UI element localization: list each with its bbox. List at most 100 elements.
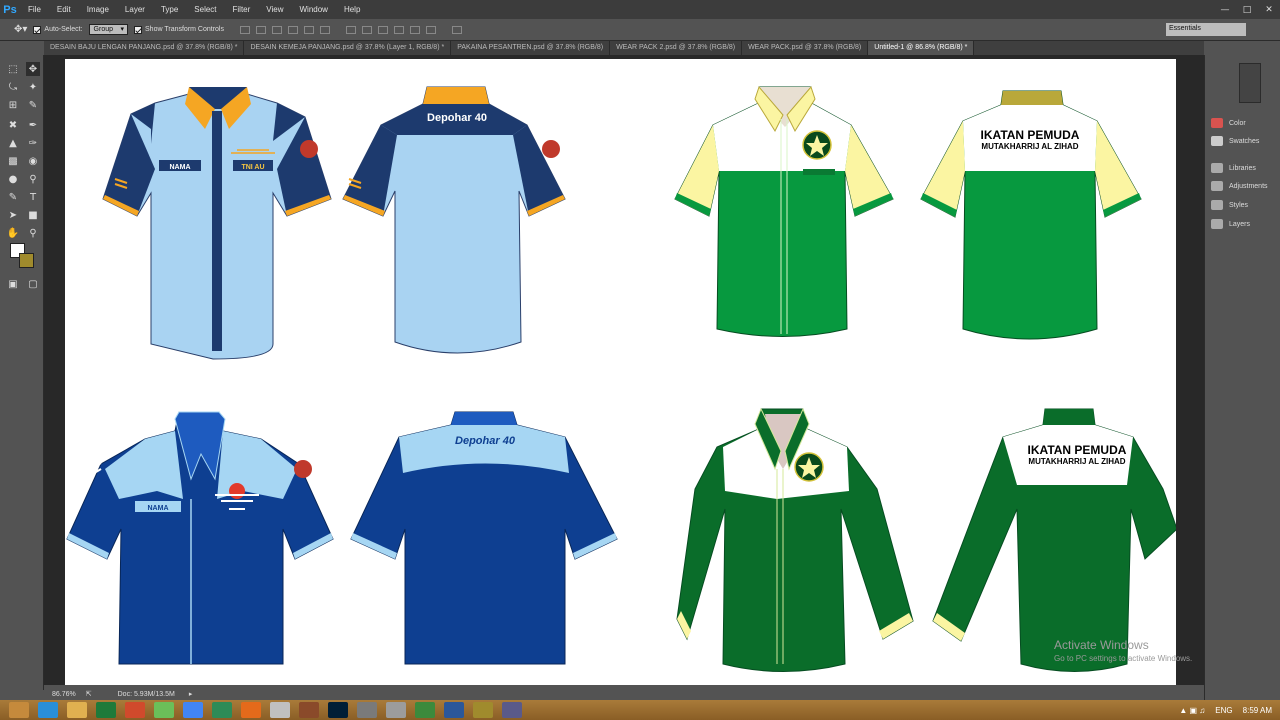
crop-tool-icon[interactable]: ⊞ (6, 98, 20, 112)
eraser-tool-icon[interactable]: ▩ (6, 154, 20, 168)
start-icon[interactable] (9, 702, 29, 718)
ie-icon[interactable] (38, 702, 58, 718)
distribute-top-icon[interactable] (346, 25, 356, 34)
align-center-icon[interactable] (304, 25, 314, 34)
align-bottom-icon[interactable] (272, 25, 282, 34)
marquee-tool-icon[interactable]: ⬚ (6, 62, 20, 76)
excel-icon[interactable] (96, 702, 116, 718)
chrome-icon[interactable] (183, 702, 203, 718)
word-icon[interactable] (444, 702, 464, 718)
tray-icons[interactable]: ▲ ▣ ♫ (1179, 706, 1205, 715)
menu-type[interactable]: Type (153, 5, 186, 14)
transform-controls-label: Show Transform Controls (145, 26, 224, 33)
tab-document-4[interactable]: WEAR PACK 2.psd @ 37.8% (RGB/8) (610, 41, 743, 55)
document-canvas[interactable]: NAMA TNI AU Depohar 40 IKATAN PEMUDA MUT… (65, 59, 1178, 685)
status-arrow-icon[interactable]: ▸ (189, 690, 193, 698)
healing-brush-icon[interactable]: ✖ (6, 118, 20, 132)
menu-help[interactable]: Help (336, 5, 368, 14)
folder-icon[interactable] (67, 702, 87, 718)
zoom-level[interactable]: 86.76% (52, 691, 76, 698)
align-middle-icon[interactable] (256, 25, 266, 34)
character-panel-strip[interactable] (1239, 63, 1261, 103)
shirt-4-back-line-1: IKATAN PEMUDA (981, 128, 1080, 142)
clock[interactable]: 8:59 AM (1243, 706, 1272, 715)
language-indicator[interactable]: ENG (1215, 706, 1232, 715)
dodge-tool-icon[interactable]: ⚲ (26, 172, 40, 186)
screen-mode-icon[interactable]: ▢ (26, 277, 40, 291)
menu-select[interactable]: Select (186, 5, 224, 14)
auto-select-option[interactable]: Auto-Select: (33, 25, 83, 34)
auto-select-checkbox[interactable] (33, 25, 42, 34)
app-icon-8[interactable] (415, 702, 435, 718)
panel-styles[interactable]: Styles (1211, 200, 1248, 210)
maximize-icon[interactable]: □ (1236, 0, 1258, 19)
app-icon-4[interactable] (270, 702, 290, 718)
tab-document-6[interactable]: Untitled-1 @ 86.8% (RGB/8) * (868, 41, 975, 55)
menu-edit[interactable]: Edit (49, 5, 79, 14)
distribute-left-icon[interactable] (394, 25, 404, 34)
background-color-swatch[interactable] (19, 253, 34, 268)
align-top-icon[interactable] (240, 25, 250, 34)
distribute-bottom-icon[interactable] (378, 25, 388, 34)
menu-view[interactable]: View (258, 5, 291, 14)
tab-document-2[interactable]: DESAIN KEMEJA PANJANG.psd @ 37.8% (Layer… (244, 41, 452, 55)
align-right-icon[interactable] (320, 25, 330, 34)
minimize-icon[interactable]: — (1214, 0, 1236, 19)
type-tool-icon[interactable]: T (26, 190, 40, 204)
menu-image[interactable]: Image (79, 5, 117, 14)
shirt-2-back-text: Depohar 40 (427, 112, 487, 124)
app-icon-5[interactable] (299, 702, 319, 718)
app-icon-9[interactable] (473, 702, 493, 718)
path-selection-icon[interactable]: ➤ (6, 208, 20, 222)
menu-filter[interactable]: Filter (225, 5, 259, 14)
shirt-4-back-line-2: MUTAKHARRIJ AL ZIHAD (981, 142, 1078, 151)
tab-document-5[interactable]: WEAR PACK.psd @ 37.8% (RGB/8) (742, 41, 869, 55)
panel-swatches[interactable]: Swatches (1211, 136, 1259, 146)
app-icon-10[interactable] (502, 702, 522, 718)
lasso-tool-icon[interactable]: ⤿ (6, 80, 20, 94)
blur-tool-icon[interactable]: ● (6, 172, 20, 186)
workspace-dropdown[interactable]: Essentials (1166, 23, 1246, 36)
app-icon-7[interactable] (386, 702, 406, 718)
distribute-middle-icon[interactable] (362, 25, 372, 34)
tab-document-3[interactable]: PAKAINA PESANTREN.psd @ 37.8% (RGB/8) (451, 41, 611, 55)
export-icon[interactable]: ⇱ (86, 690, 92, 698)
distribute-right-icon[interactable] (426, 25, 436, 34)
panel-libraries[interactable]: Libraries (1211, 163, 1256, 173)
eyedropper-icon[interactable]: ✎ (26, 98, 40, 112)
panel-adjustments[interactable]: Adjustments (1211, 181, 1268, 191)
menu-window[interactable]: Window (292, 5, 336, 14)
hand-tool-icon[interactable]: ✋ (6, 226, 20, 240)
auto-select-dropdown[interactable]: Group (88, 24, 129, 35)
distribute-center-icon[interactable] (410, 25, 420, 34)
app-icon-6[interactable] (357, 702, 377, 718)
shirt-8-back-line-1: IKATAN PEMUDA (1028, 443, 1127, 457)
app-icon[interactable] (125, 702, 145, 718)
app-icon-2[interactable] (154, 702, 174, 718)
panel-layers[interactable]: Layers (1211, 219, 1250, 229)
brush-tool-icon[interactable]: ✒ (26, 118, 40, 132)
menu-layer[interactable]: Layer (117, 5, 153, 14)
history-brush-icon[interactable]: ✑ (26, 136, 40, 150)
pen-tool-icon[interactable]: ✎ (6, 190, 20, 204)
align-left-icon[interactable] (288, 25, 298, 34)
tab-document-1[interactable]: DESAIN BAJU LENGAN PANJANG.psd @ 37.8% (… (44, 41, 245, 55)
move-tool-icon[interactable]: ✥ (26, 62, 40, 76)
quick-mask-icon[interactable]: ▣ (6, 277, 20, 291)
transform-controls-option[interactable]: Show Transform Controls (134, 25, 224, 34)
menu-file[interactable]: File (20, 5, 49, 14)
close-icon[interactable]: ✕ (1258, 0, 1280, 19)
zoom-tool-icon[interactable]: ⚲ (26, 226, 40, 240)
app-icon-3[interactable] (212, 702, 232, 718)
move-tool-icon[interactable]: ✥▾ (14, 24, 27, 35)
transform-controls-checkbox[interactable] (134, 25, 143, 34)
magic-wand-icon[interactable]: ✦ (26, 80, 40, 94)
auto-align-icon[interactable] (452, 25, 462, 34)
paint-bucket-icon[interactable]: ◉ (26, 154, 40, 168)
firefox-icon[interactable] (241, 702, 261, 718)
shirt-4-back: IKATAN PEMUDA MUTAKHARRIJ AL ZIHAD (920, 90, 1142, 340)
rectangle-tool-icon[interactable]: ■ (26, 208, 40, 222)
clone-stamp-icon[interactable]: ▲ (6, 136, 20, 150)
photoshop-task-icon[interactable] (328, 702, 348, 718)
panel-color[interactable]: Color (1211, 118, 1246, 128)
